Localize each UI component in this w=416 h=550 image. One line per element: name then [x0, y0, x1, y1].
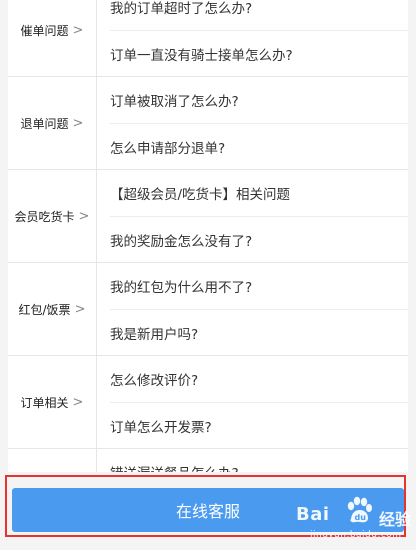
- faq-question[interactable]: 我的奖励金怎么没有了?: [110, 216, 408, 263]
- chevron-right-icon: >: [78, 208, 90, 224]
- category-label: 会员吃货卡: [14, 209, 75, 224]
- baidu-jingyan-watermark: Bai du 经验 jingyan.baidu.com: [296, 494, 412, 542]
- faq-section-orders: 订单相关 > 怎么修改评价? 订单怎么开发票?: [8, 356, 408, 449]
- faq-question[interactable]: 我是新用户吗?: [110, 309, 408, 356]
- chevron-right-icon: >: [74, 301, 86, 317]
- category-refund[interactable]: 退单问题 >: [8, 77, 97, 169]
- faq-question[interactable]: 我的红包为什么用不了?: [110, 263, 408, 309]
- watermark-url: jingyan.baidu.com: [310, 530, 402, 540]
- faq-question[interactable]: 订单怎么开发票?: [110, 402, 408, 449]
- watermark-suffix: 经验: [379, 510, 412, 529]
- category-label: 红包/饭票: [18, 302, 71, 317]
- watermark-brand: Bai: [296, 504, 330, 525]
- category-label: 退单问题: [20, 116, 69, 131]
- faq-question[interactable]: 我的订单超时了怎么办?: [110, 0, 408, 30]
- category-label: 订单相关: [20, 395, 69, 410]
- chevron-right-icon: >: [72, 394, 84, 410]
- category-coupons[interactable]: 红包/饭票 >: [8, 263, 97, 355]
- faq-question[interactable]: 怎么申请部分退单?: [110, 123, 408, 170]
- faq-list: 催单问题 > 我的订单超时了怎么办? 订单一直没有骑士接单怎么办? 退单问题 >…: [8, 0, 408, 542]
- chevron-right-icon: >: [72, 22, 84, 38]
- paw-logo-icon: du: [347, 496, 372, 523]
- chevron-right-icon: >: [72, 115, 84, 131]
- faq-question[interactable]: 【超级会员/吃货卡】相关问题: [110, 170, 408, 216]
- category-label: 催单问题: [20, 23, 69, 38]
- faq-question[interactable]: 怎么修改评价?: [110, 356, 408, 402]
- faq-question[interactable]: 订单被取消了怎么办?: [110, 77, 408, 123]
- faq-section-coupons: 红包/饭票 > 我的红包为什么用不了? 我是新用户吗?: [8, 263, 408, 356]
- faq-section-urge: 催单问题 > 我的订单超时了怎么办? 订单一直没有骑士接单怎么办?: [8, 0, 408, 77]
- help-center-page: 催单问题 > 我的订单超时了怎么办? 订单一直没有骑士接单怎么办? 退单问题 >…: [0, 0, 416, 550]
- faq-section-refund: 退单问题 > 订单被取消了怎么办? 怎么申请部分退单?: [8, 77, 408, 170]
- faq-section-membership: 会员吃货卡 > 【超级会员/吃货卡】相关问题 我的奖励金怎么没有了?: [8, 170, 408, 263]
- category-membership[interactable]: 会员吃货卡 >: [8, 170, 97, 262]
- svg-text:du: du: [355, 513, 367, 522]
- category-urge-order[interactable]: 催单问题 >: [8, 0, 97, 76]
- faq-question[interactable]: 订单一直没有骑士接单怎么办?: [110, 30, 408, 77]
- category-orders[interactable]: 订单相关 >: [8, 356, 97, 448]
